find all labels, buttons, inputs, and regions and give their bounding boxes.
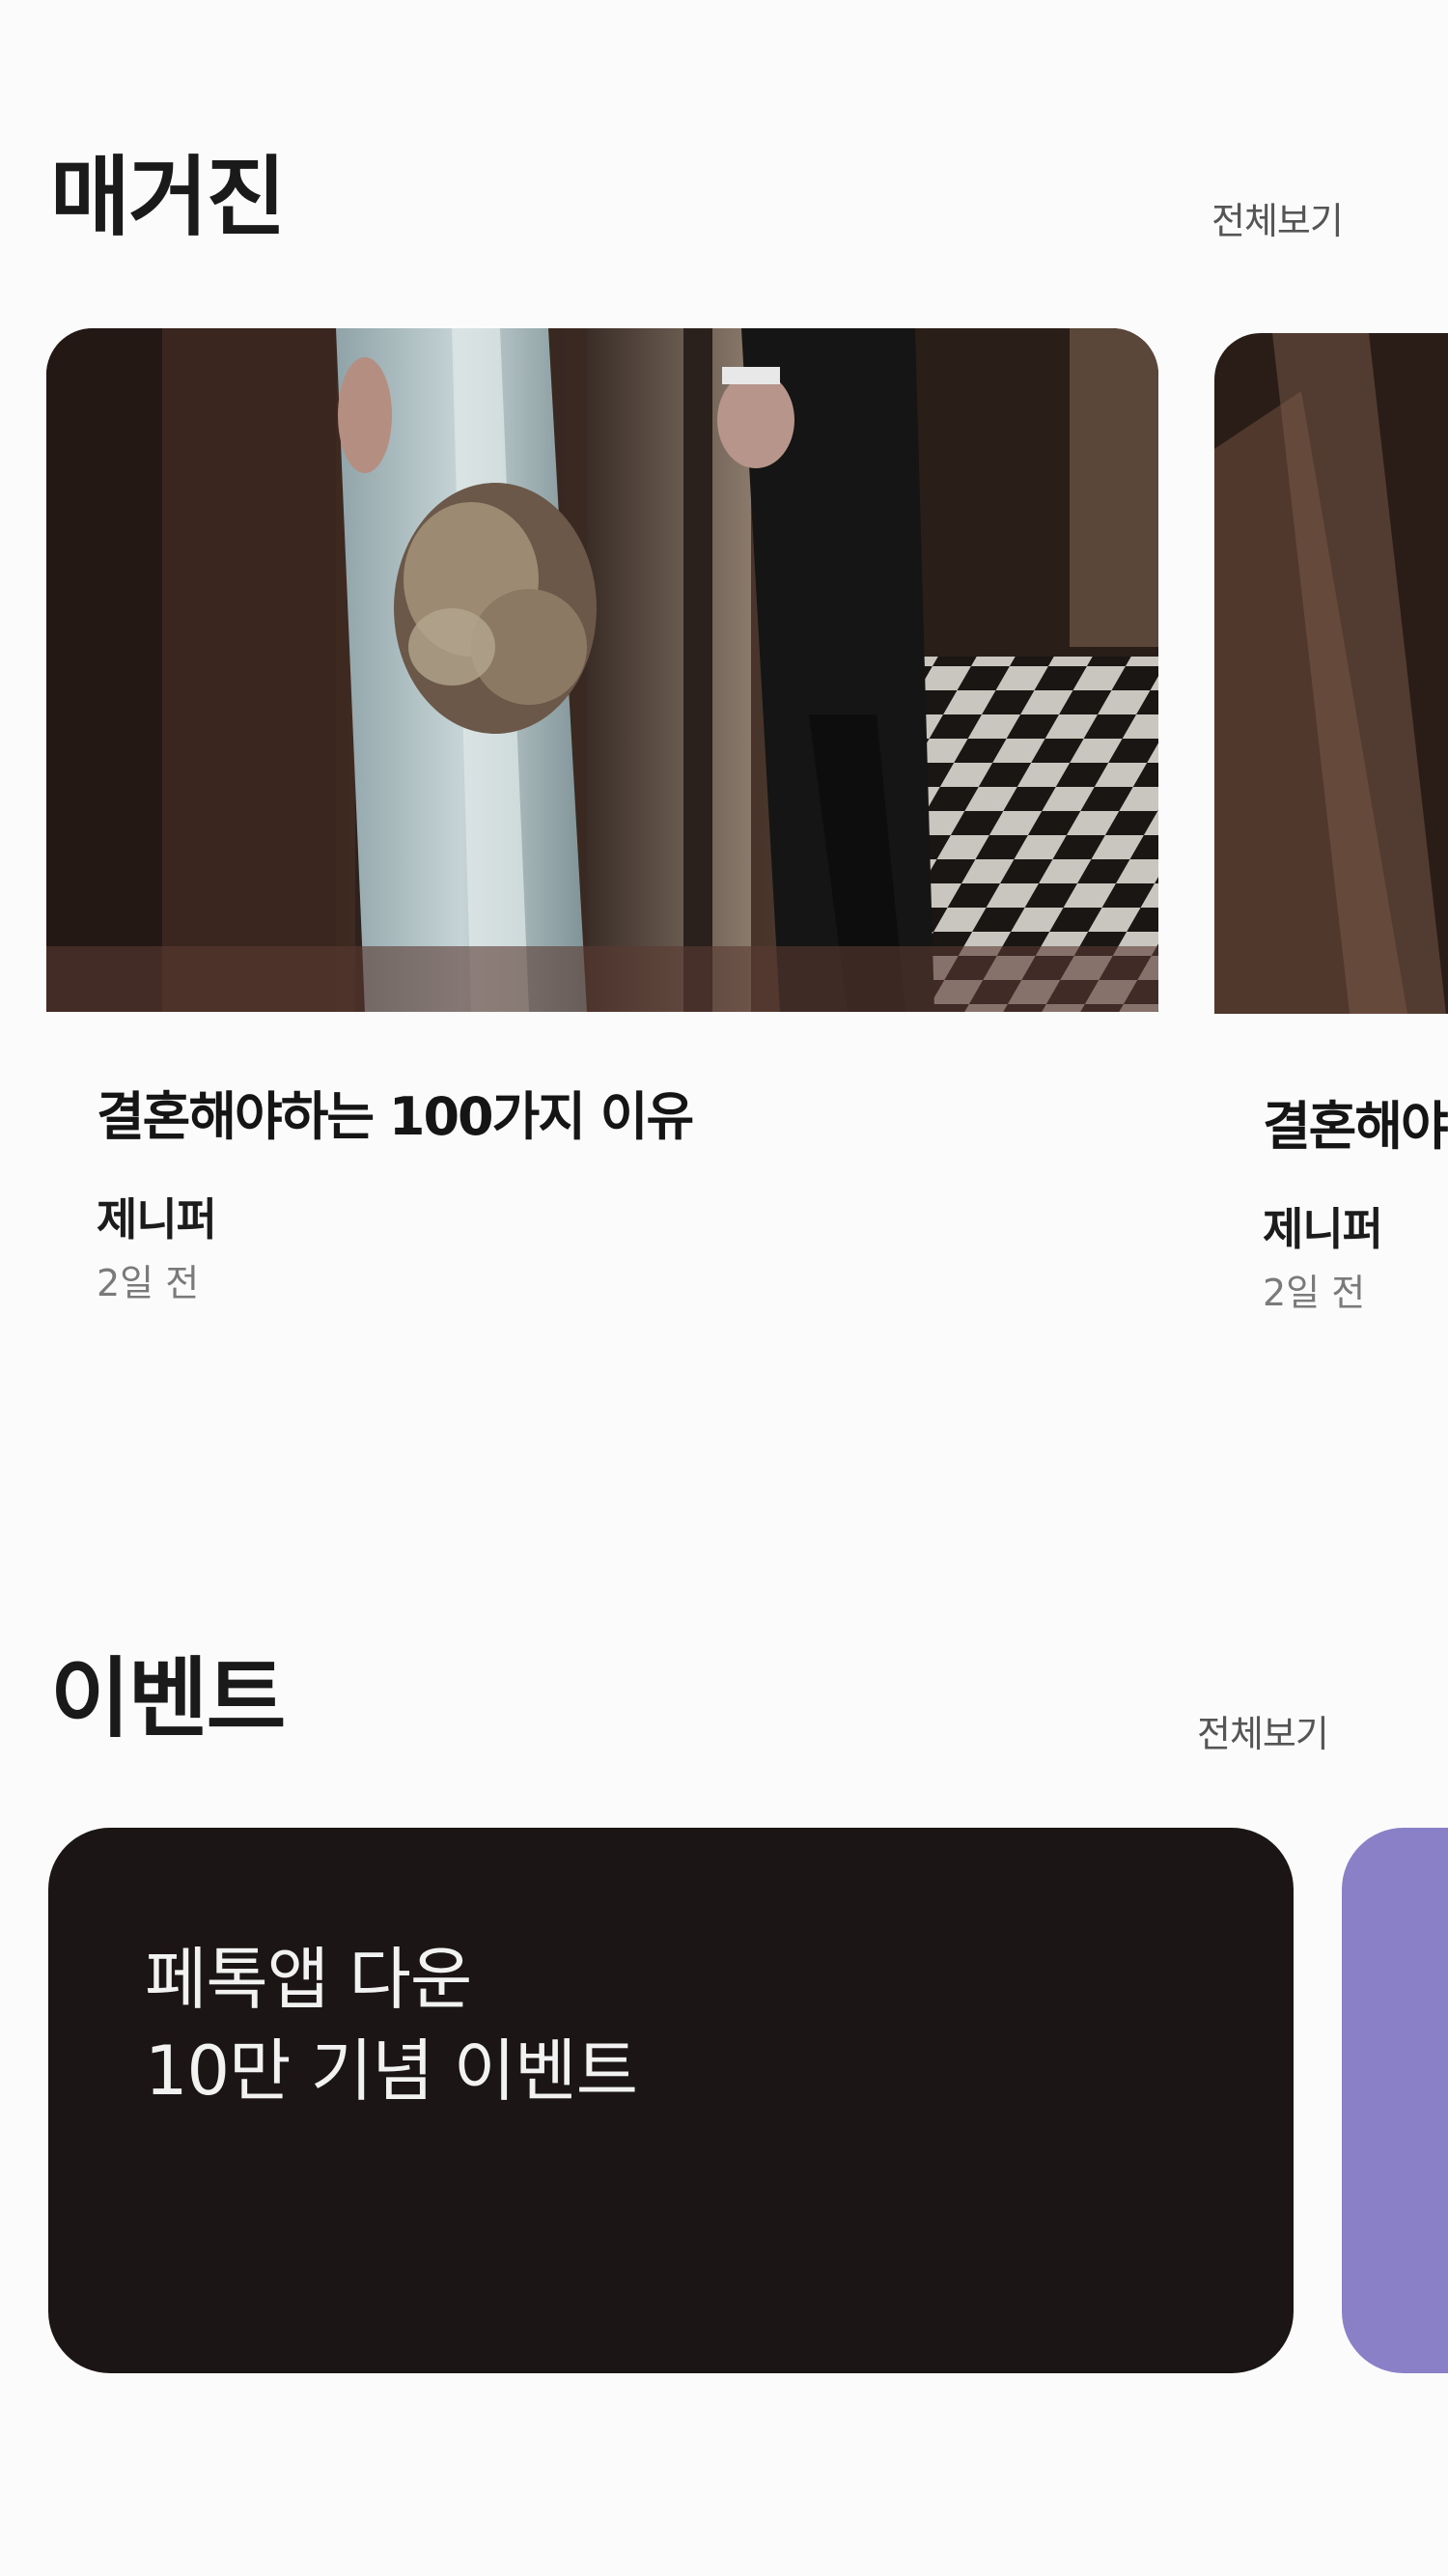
- event-card-line1: 페톡앱 다운: [145, 1940, 472, 2019]
- magazine-card-author: 제니퍼: [97, 1193, 217, 1246]
- magazine-card-title: 결혼해야하는 100가지 이유: [1263, 1096, 1448, 1157]
- event-see-all-link[interactable]: 전체보기: [1197, 1716, 1329, 1752]
- wedding-photo: [46, 328, 1158, 1012]
- magazine-card-image: [1214, 333, 1448, 1014]
- magazine-card-title: 결혼해야하는 100가지 이유: [97, 1086, 694, 1147]
- wedding-photo: [1214, 333, 1448, 1014]
- magazine-card-image: [46, 328, 1158, 1012]
- magazine-card-date: 2일 전: [97, 1262, 200, 1303]
- magazine-card-author: 제니퍼: [1263, 1203, 1383, 1255]
- magazine-see-all-link[interactable]: 전체보기: [1211, 203, 1344, 239]
- event-card[interactable]: 페톡앱 다운 10만 기념 이벤트: [48, 1828, 1294, 2373]
- event-card[interactable]: [1342, 1828, 1448, 2373]
- event-section-title: 이벤트: [50, 1648, 286, 1750]
- event-card-line2: 10만 기념 이벤트: [145, 2030, 638, 2111]
- magazine-card[interactable]: 결혼해야하는 100가지 이유 제니퍼 2일 전: [1214, 333, 1448, 1308]
- magazine-section-title: 매거진: [50, 147, 286, 248]
- event-card-text: 페톡앱 다운 10만 기념 이벤트: [145, 1934, 638, 2116]
- magazine-card-date: 2일 전: [1263, 1272, 1366, 1308]
- magazine-card[interactable]: 결혼해야하는 100가지 이유 제니퍼 2일 전: [46, 328, 1158, 1303]
